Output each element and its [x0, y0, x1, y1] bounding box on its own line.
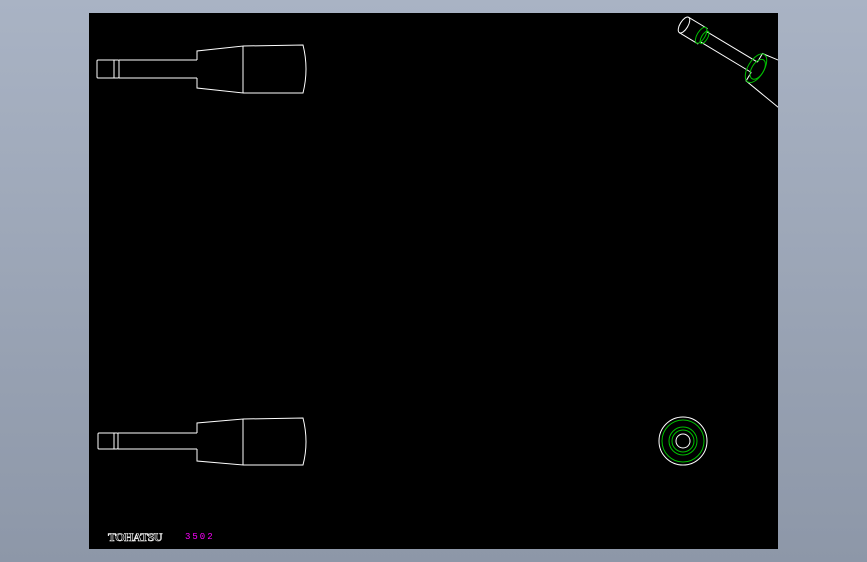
drawing-canvas[interactable]: TOHATSU 3502 — [89, 13, 778, 549]
part-number-label: 3502 — [185, 532, 215, 542]
front-view-handle — [96, 44, 307, 94]
top-view-handle — [97, 417, 307, 466]
end-view-handle — [658, 416, 708, 466]
cad-drawing — [96, 16, 778, 466]
brand-label: TOHATSU — [108, 530, 163, 545]
isometric-view-handle — [677, 16, 778, 113]
